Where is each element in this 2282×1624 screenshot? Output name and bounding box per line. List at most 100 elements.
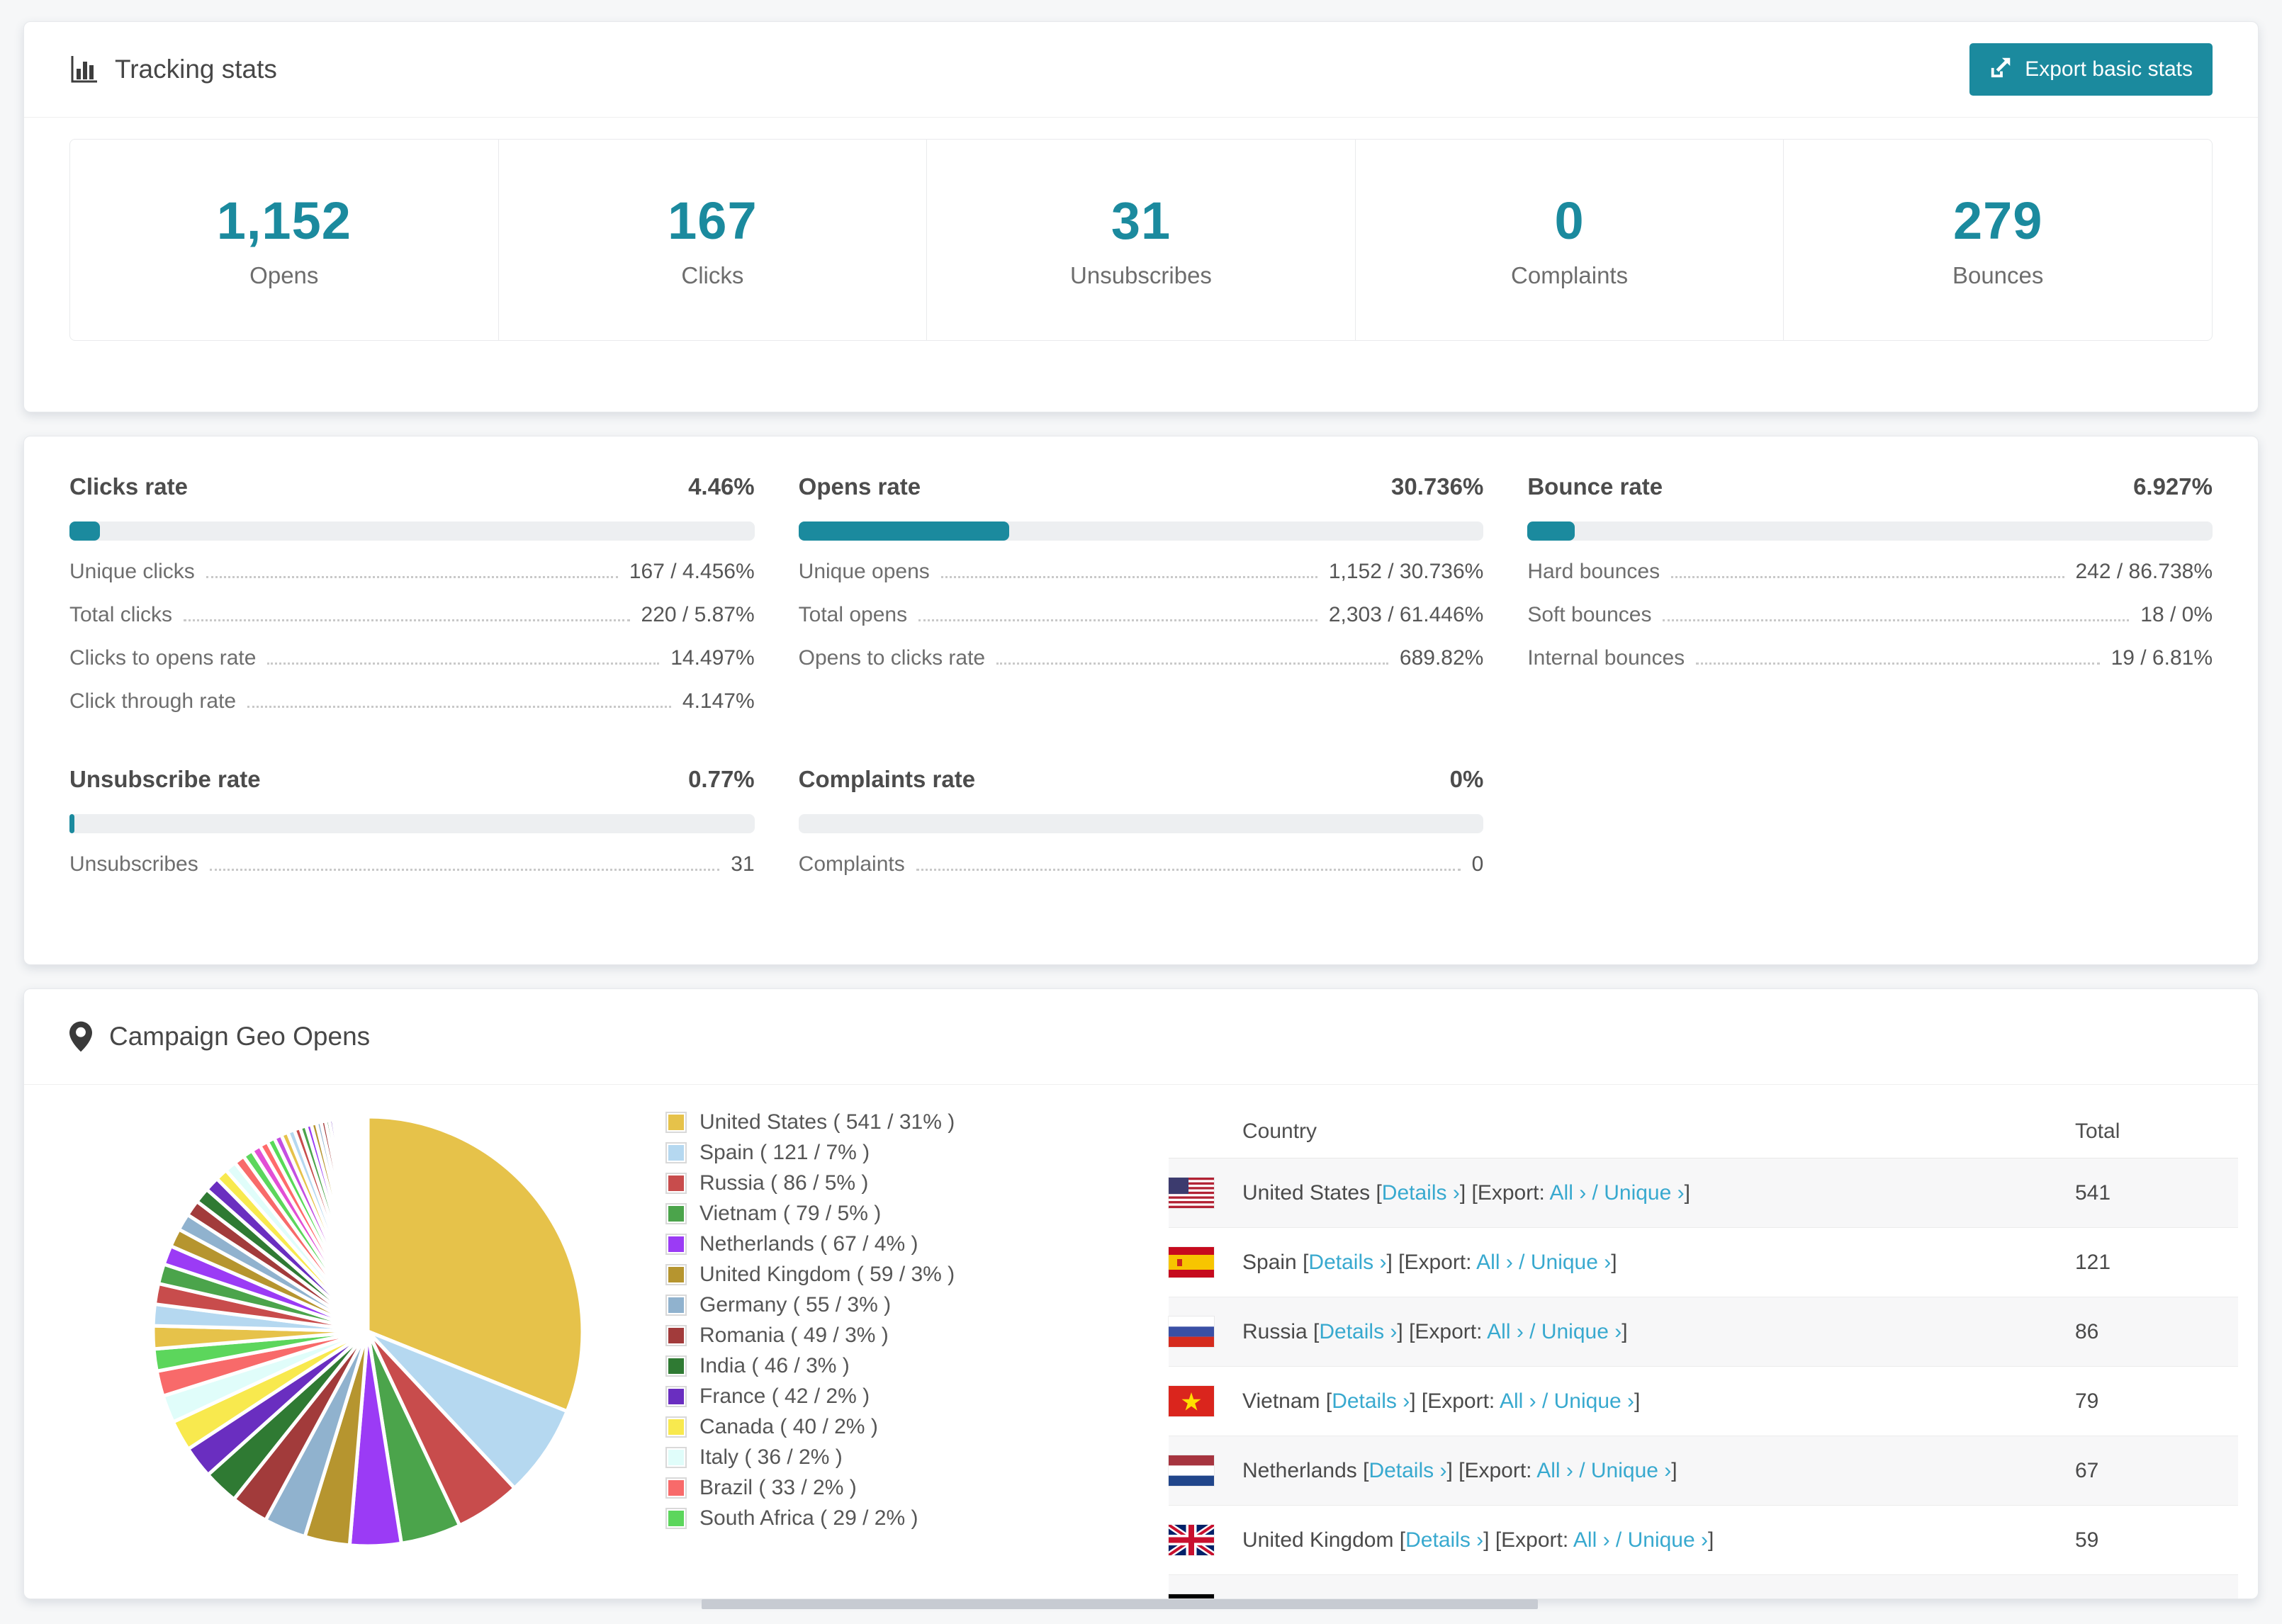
legend-item-italy[interactable]: Italy ( 36 / 2% ) bbox=[665, 1445, 1062, 1469]
details-link[interactable]: Details › bbox=[1382, 1181, 1460, 1205]
details-link[interactable]: Details › bbox=[1368, 1459, 1446, 1482]
export-all-link[interactable]: All › bbox=[1550, 1181, 1587, 1205]
geo-table-header: Country Total bbox=[1169, 1105, 2238, 1158]
rate-value: 4.46% bbox=[688, 473, 755, 500]
bracket-close: ] bbox=[1671, 1458, 1677, 1482]
legend-label: Romania ( 49 / 3% ) bbox=[699, 1324, 889, 1347]
legend-item-brazil[interactable]: Brazil ( 33 / 2% ) bbox=[665, 1476, 1062, 1499]
dotted-leader bbox=[1696, 662, 2100, 665]
export-all-link[interactable]: All › bbox=[1573, 1528, 1610, 1552]
stat-value: 31 bbox=[1111, 191, 1171, 250]
stat-cell-unsubscribes: 31 Unsubscribes bbox=[926, 140, 1355, 340]
bar-chart-icon bbox=[69, 55, 98, 84]
country-row-text: Spain [Details ›] [Export: All › / Uniqu… bbox=[1242, 1251, 1617, 1275]
pie-slice-other-49[interactable] bbox=[365, 1115, 370, 1333]
map-pin-icon bbox=[69, 1021, 92, 1052]
bracket-close: ] bbox=[1684, 1180, 1690, 1205]
dotted-leader bbox=[184, 619, 630, 621]
export-unique-link[interactable]: Unique › bbox=[1564, 1598, 1644, 1599]
dotted-leader bbox=[267, 662, 660, 665]
export-prefix: ] [Export: bbox=[1386, 1250, 1477, 1274]
rate-row-value: 14.497% bbox=[670, 646, 755, 670]
details-link[interactable]: Details › bbox=[1319, 1320, 1397, 1343]
export-all-link[interactable]: All › bbox=[1536, 1459, 1573, 1482]
export-all-link[interactable]: All › bbox=[1487, 1320, 1524, 1343]
table-row-united-kingdom: United Kingdom [Details ›] [Export: All … bbox=[1169, 1506, 2238, 1575]
dotted-leader bbox=[206, 576, 618, 578]
legend-item-india[interactable]: India ( 46 / 3% ) bbox=[665, 1354, 1062, 1377]
export-unique-link[interactable]: Unique › bbox=[1554, 1389, 1634, 1413]
legend-item-germany[interactable]: Germany ( 55 / 3% ) bbox=[665, 1293, 1062, 1316]
export-prefix: ] [Export: bbox=[1483, 1528, 1573, 1552]
tracking-stats-title: Tracking stats bbox=[69, 55, 277, 84]
horizontal-scrollbar[interactable] bbox=[702, 1599, 1538, 1609]
rate-row-value: 242 / 86.738% bbox=[2075, 560, 2213, 583]
country-name: United Kingdom [ bbox=[1242, 1528, 1406, 1552]
legend-item-spain[interactable]: Spain ( 121 / 7% ) bbox=[665, 1141, 1062, 1164]
legend-swatch bbox=[665, 1203, 687, 1224]
bracket-close: ] bbox=[1611, 1250, 1617, 1274]
legend-swatch bbox=[665, 1508, 687, 1529]
export-prefix: ] [Export: bbox=[1459, 1180, 1550, 1205]
country-row-text: Russia [Details ›] [Export: All › / Uniq… bbox=[1242, 1320, 1628, 1344]
tracking-stats-header: Tracking stats Export basic stats bbox=[24, 22, 2258, 118]
country-total: 55 bbox=[2075, 1598, 2238, 1599]
legend-label: Netherlands ( 67 / 4% ) bbox=[699, 1232, 918, 1256]
details-link[interactable]: Details › bbox=[1332, 1389, 1410, 1413]
details-link[interactable]: Details › bbox=[1308, 1251, 1386, 1274]
legend-swatch bbox=[665, 1295, 687, 1316]
legend-item-netherlands[interactable]: Netherlands ( 67 / 4% ) bbox=[665, 1232, 1062, 1256]
details-link[interactable]: Details › bbox=[1405, 1528, 1483, 1552]
legend-label: United States ( 541 / 31% ) bbox=[699, 1110, 955, 1134]
rate-row-label: Unique opens bbox=[798, 560, 930, 583]
rate-row-label: Total clicks bbox=[69, 603, 173, 626]
rate-row-label: Unique clicks bbox=[69, 560, 195, 583]
legend-item-vietnam[interactable]: Vietnam ( 79 / 5% ) bbox=[665, 1202, 1062, 1225]
stat-cell-bounces: 279 Bounces bbox=[1783, 140, 2212, 340]
export-unique-link[interactable]: Unique › bbox=[1628, 1528, 1708, 1552]
legend-swatch bbox=[665, 1264, 687, 1285]
rate-title: Bounce rate bbox=[1527, 473, 1663, 500]
progress-bar-track bbox=[69, 521, 755, 541]
legend-swatch bbox=[665, 1447, 687, 1468]
country-name: Russia [ bbox=[1242, 1319, 1320, 1343]
country-flag-icon-gb bbox=[1169, 1525, 1214, 1555]
export-unique-link[interactable]: Unique › bbox=[1591, 1459, 1671, 1482]
dotted-leader bbox=[916, 869, 1461, 871]
progress-bar-track bbox=[1527, 521, 2213, 541]
legend-item-united-states[interactable]: United States ( 541 / 31% ) bbox=[665, 1110, 1062, 1134]
export-unique-link[interactable]: Unique › bbox=[1541, 1320, 1621, 1343]
legend-item-france[interactable]: France ( 42 / 2% ) bbox=[665, 1385, 1062, 1408]
table-row-vietnam: Vietnam [Details ›] [Export: All › / Uni… bbox=[1169, 1367, 2238, 1436]
stat-cell-opens: 1,152 Opens bbox=[70, 140, 498, 340]
dotted-leader bbox=[918, 619, 1317, 621]
legend-item-south-africa[interactable]: South Africa ( 29 / 2% ) bbox=[665, 1506, 1062, 1530]
legend-label: South Africa ( 29 / 2% ) bbox=[699, 1506, 918, 1530]
export-all-link[interactable]: All › bbox=[1476, 1251, 1513, 1274]
legend-label: Spain ( 121 / 7% ) bbox=[699, 1141, 870, 1164]
link-separator: / bbox=[1586, 1180, 1604, 1205]
legend-label: India ( 46 / 3% ) bbox=[699, 1354, 850, 1377]
legend-label: France ( 42 / 2% ) bbox=[699, 1385, 870, 1408]
rate-row-value: 18 / 0% bbox=[2140, 603, 2213, 626]
dotted-leader bbox=[247, 706, 671, 708]
rate-row-label: Opens to clicks rate bbox=[798, 646, 986, 670]
stat-label: Unsubscribes bbox=[1070, 262, 1212, 288]
export-all-link[interactable]: All › bbox=[1500, 1389, 1536, 1413]
stat-cell-complaints: 0 Complaints bbox=[1354, 140, 1784, 340]
legend-item-romania[interactable]: Romania ( 49 / 3% ) bbox=[665, 1324, 1062, 1347]
rate-head: Complaints rate 0% bbox=[799, 766, 1484, 793]
legend-swatch bbox=[665, 1416, 687, 1438]
legend-item-russia[interactable]: Russia ( 86 / 5% ) bbox=[665, 1171, 1062, 1195]
export-unique-link[interactable]: Unique › bbox=[1531, 1251, 1611, 1274]
progress-bar-fill bbox=[69, 814, 75, 833]
rate-row-value: 167 / 4.456% bbox=[629, 560, 755, 583]
legend-item-united-kingdom[interactable]: United Kingdom ( 59 / 3% ) bbox=[665, 1263, 1062, 1286]
stat-label: Complaints bbox=[1511, 262, 1629, 288]
geo-table: Country Total United States [Details ›] … bbox=[1169, 1105, 2238, 1599]
export-basic-stats-button[interactable]: Export basic stats bbox=[1969, 43, 2213, 96]
rate-row-label: Soft bounces bbox=[1527, 603, 1652, 626]
export-unique-link[interactable]: Unique › bbox=[1604, 1181, 1684, 1205]
legend-item-canada[interactable]: Canada ( 40 / 2% ) bbox=[665, 1415, 1062, 1438]
column-header-total: Total bbox=[2075, 1119, 2120, 1143]
